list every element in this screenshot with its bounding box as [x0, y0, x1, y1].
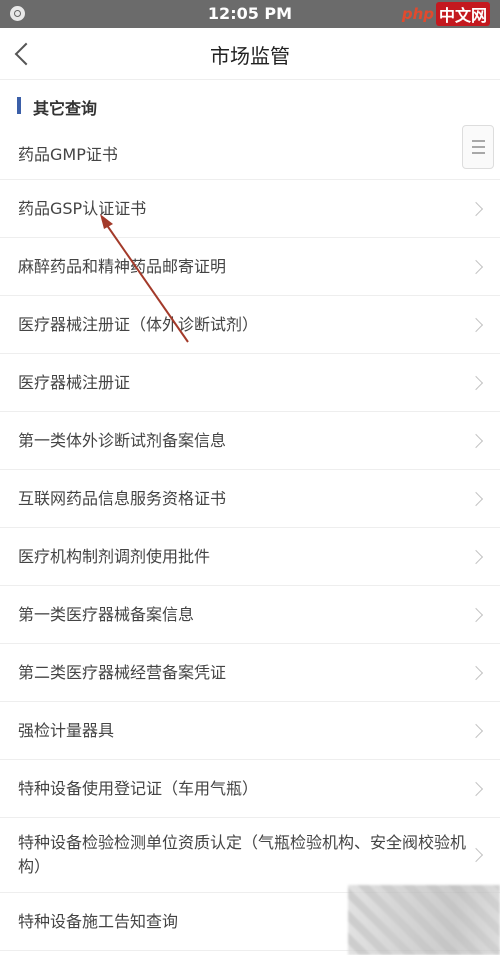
list-item[interactable]: 第一类医疗器械备案信息: [0, 586, 500, 644]
list-item-label: 药品GSP认证证书: [18, 198, 147, 218]
grip-line-icon: [472, 140, 485, 142]
chevron-right-icon: [468, 549, 484, 564]
chevron-right-icon: [468, 375, 484, 390]
status-bar: 12:05 PM php 中文网: [0, 0, 500, 28]
chevron-right-icon: [468, 433, 484, 448]
chevron-right-icon: [468, 723, 484, 738]
list-item-label: 第一类医疗器械备案信息: [18, 604, 195, 624]
list-item-gmp[interactable]: 药品GMP证书: [0, 130, 500, 180]
list-item-label: 强检计量器具: [18, 720, 115, 740]
grip-line-icon: [472, 146, 485, 148]
list-item[interactable]: 麻醉药品和精神药品邮寄证明: [0, 238, 500, 296]
list-item[interactable]: 强检计量器具: [0, 702, 500, 760]
list-item-label: 第一类体外诊断试剂备案信息: [18, 430, 227, 450]
list-item-label: 特种设备使用登记证（车用气瓶）: [18, 778, 259, 798]
chevron-right-icon: [468, 607, 484, 622]
list-item-label: 互联网药品信息服务资格证书: [18, 488, 227, 508]
list-item-label: 医疗器械注册证: [18, 372, 131, 392]
section-accent-bar: [17, 97, 21, 114]
chevron-right-icon: [468, 201, 484, 216]
blurred-watermark: [348, 885, 500, 955]
list-item[interactable]: 医疗机构制剂调剂使用批件: [0, 528, 500, 586]
section-title: 其它查询: [33, 99, 98, 118]
chevron-right-icon: [468, 259, 484, 274]
chevron-right-icon: [468, 781, 484, 796]
list-item[interactable]: 第二类医疗器械经营备案凭证: [0, 644, 500, 702]
list-item[interactable]: 第一类体外诊断试剂备案信息: [0, 412, 500, 470]
page-title: 市场监管: [210, 44, 290, 68]
list-item[interactable]: 医疗器械注册证（体外诊断试剂）: [0, 296, 500, 354]
list-item[interactable]: 特种设备使用登记证（车用气瓶）: [0, 760, 500, 818]
chevron-right-icon: [468, 665, 484, 680]
query-list: 药品GMP证书 药品GSP认证证书 麻醉药品和精神药品邮寄证明 医疗器械注册证（…: [0, 130, 500, 951]
list-item[interactable]: 互联网药品信息服务资格证书: [0, 470, 500, 528]
php-watermark-logo: php 中文网: [402, 2, 490, 26]
list-item[interactable]: 特种设备检验检测单位资质认定（气瓶检验机构、安全阀校验机构）: [0, 818, 500, 893]
list-item-gsp[interactable]: 药品GSP认证证书: [0, 180, 500, 238]
list-item-label: 医疗器械注册证（体外诊断试剂）: [18, 314, 259, 334]
chevron-right-icon: [468, 491, 484, 506]
list-item-label: 麻醉药品和精神药品邮寄证明: [18, 256, 227, 276]
list-item-label: 特种设备检验检测单位资质认定（气瓶检验机构、安全阀校验机构）: [18, 833, 467, 876]
nav-bar: 市场监管: [0, 28, 500, 80]
scroll-handle[interactable]: [462, 125, 494, 169]
list-item-label: 药品GMP证书: [18, 144, 118, 164]
list-item[interactable]: 医疗器械注册证: [0, 354, 500, 412]
grip-line-icon: [472, 152, 485, 154]
section-header: 其它查询: [0, 80, 500, 130]
chevron-right-icon: [468, 317, 484, 332]
list-item-label: 第二类医疗器械经营备案凭证: [18, 662, 227, 682]
list-item-label: 医疗机构制剂调剂使用批件: [18, 546, 211, 566]
